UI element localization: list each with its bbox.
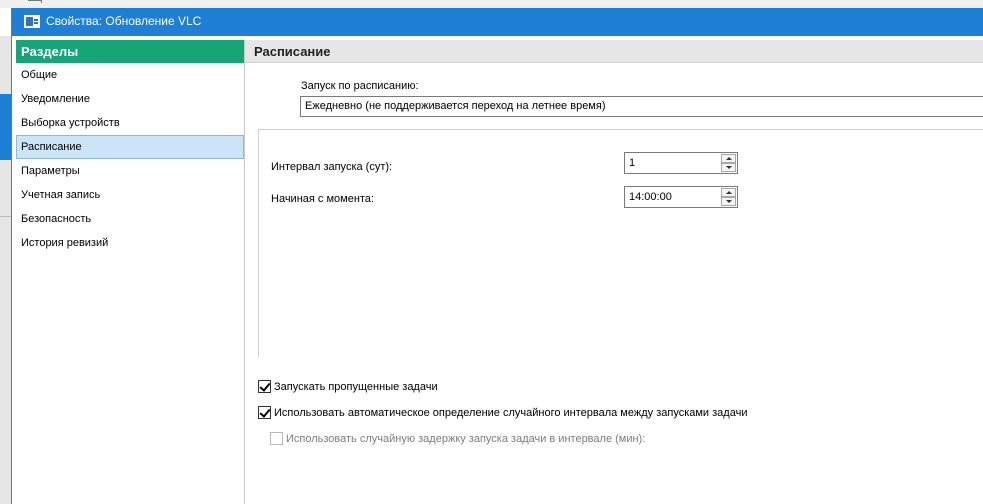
sidebar-item-device-selection[interactable]: Выборка устройств xyxy=(16,111,244,135)
auto-random-interval-checkbox[interactable] xyxy=(258,406,271,419)
schedule-type-label: Запуск по расписанию: xyxy=(301,80,419,92)
sidebar-header: Разделы xyxy=(16,40,244,63)
schedule-type-select[interactable]: Ежедневно (не поддерживается переход на … xyxy=(300,96,983,117)
start-time-label: Начиная с момента: xyxy=(271,193,374,205)
chevron-up-icon[interactable] xyxy=(721,154,736,163)
chevron-down-icon[interactable] xyxy=(721,163,736,172)
sidebar-item-security[interactable]: Безопасность xyxy=(16,207,244,231)
chevron-up-icon[interactable] xyxy=(721,188,736,197)
run-missed-tasks-label: Запускать пропущенные задачи xyxy=(274,381,438,393)
panel-title: Расписание xyxy=(245,40,983,63)
chevron-down-icon[interactable] xyxy=(721,197,736,206)
background-app-strip xyxy=(0,0,983,8)
interval-label: Интервал запуска (сут): xyxy=(271,161,393,173)
interval-value: 1 xyxy=(629,157,636,169)
interval-spin-buttons xyxy=(721,154,736,172)
sidebar-item-parameters[interactable]: Параметры xyxy=(16,159,244,183)
background-divider xyxy=(0,216,11,217)
auto-random-interval-label: Использовать автоматическое определение … xyxy=(274,407,748,419)
window-title: Свойства: Обновление VLC xyxy=(46,14,202,28)
start-time-spin-buttons xyxy=(721,188,736,206)
background-highlight xyxy=(0,94,11,160)
start-time-value: 14:00:00 xyxy=(629,191,672,203)
sidebar-item-general[interactable]: Общие xyxy=(16,63,244,87)
random-delay-label: Использовать случайную задержку запуска … xyxy=(286,433,646,445)
properties-window-icon xyxy=(24,15,40,28)
sections-sidebar: Разделы Общие Уведомление Выборка устрой… xyxy=(16,40,245,504)
random-delay-checkbox xyxy=(270,432,283,445)
background-fragment xyxy=(28,0,42,3)
sidebar-item-notification[interactable]: Уведомление xyxy=(16,87,244,111)
run-missed-tasks-checkbox[interactable] xyxy=(258,380,271,393)
sidebar-item-account[interactable]: Учетная запись xyxy=(16,183,244,207)
schedule-panel: Расписание Запуск по расписанию: Ежеднев… xyxy=(245,40,983,504)
properties-window: Свойства: Обновление VLC Разделы Общие У… xyxy=(11,8,983,504)
sidebar-item-schedule[interactable]: Расписание xyxy=(16,135,244,159)
sidebar-item-revision-history[interactable]: История ревизий xyxy=(16,231,244,255)
window-titlebar[interactable]: Свойства: Обновление VLC xyxy=(12,8,983,36)
start-time-spinbox[interactable]: 14:00:00 xyxy=(624,186,738,208)
interval-spinbox[interactable]: 1 xyxy=(624,152,738,174)
background-app-edge xyxy=(0,36,11,504)
